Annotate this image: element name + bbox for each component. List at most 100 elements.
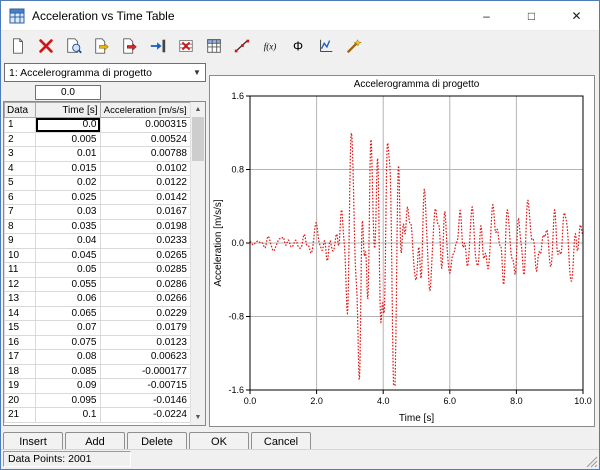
data-cell[interactable]: 0.1 — [36, 408, 100, 423]
row-number-cell[interactable]: 12 — [5, 277, 36, 292]
row-number-cell[interactable]: 2 — [5, 132, 36, 147]
status-bar: Data Points: 2001 — [1, 449, 599, 469]
delete-rows-button[interactable] — [172, 33, 199, 59]
data-cell[interactable]: 0.07 — [36, 321, 100, 336]
y-tick-label: -0.8 — [228, 312, 244, 322]
row-number-cell[interactable]: 10 — [5, 248, 36, 263]
row-number-cell[interactable]: 20 — [5, 393, 36, 408]
data-cell[interactable]: -0.000177 — [100, 364, 191, 379]
data-cell[interactable]: 0.0229 — [100, 306, 191, 321]
import-button[interactable] — [88, 33, 115, 59]
export-button[interactable] — [116, 33, 143, 59]
row-number-cell[interactable]: 8 — [5, 219, 36, 234]
header-data[interactable]: Data — [5, 103, 36, 118]
resize-grip-icon[interactable] — [585, 455, 598, 468]
data-cell[interactable]: 0.09 — [36, 379, 100, 394]
table-scrollbar[interactable]: ▲ ▼ — [190, 102, 205, 425]
data-cell[interactable]: 0.00623 — [100, 350, 191, 365]
minimize-button[interactable]: – — [464, 1, 509, 30]
data-cell[interactable]: 0.015 — [36, 161, 100, 176]
chart-panel: 0.02.04.06.08.010.0-1.6-0.80.00.81.6Acce… — [209, 75, 595, 427]
close-button[interactable]: ✕ — [554, 1, 599, 30]
table-options-button[interactable] — [200, 33, 227, 59]
data-cell[interactable]: 0.0179 — [100, 321, 191, 336]
data-cell[interactable]: 0.06 — [36, 292, 100, 307]
row-number-cell[interactable]: 4 — [5, 161, 36, 176]
data-cell[interactable]: 0.0198 — [100, 219, 191, 234]
data-cell[interactable]: 0.065 — [36, 306, 100, 321]
data-cell[interactable]: 0.0266 — [100, 292, 191, 307]
data-cell[interactable]: 0.005 — [36, 132, 100, 147]
data-cell[interactable]: 0.0102 — [100, 161, 191, 176]
table-row: 190.09-0.00715 — [5, 379, 191, 394]
table-row: 70.030.0167 — [5, 205, 191, 220]
data-cell[interactable]: 0.04 — [36, 234, 100, 249]
row-number-cell[interactable]: 11 — [5, 263, 36, 278]
y-axis-label: Acceleration [m/s/s] — [213, 199, 224, 286]
data-cell[interactable]: 0.0167 — [100, 205, 191, 220]
scrollbar-thumb[interactable] — [192, 117, 204, 161]
data-cell[interactable]: 0.08 — [36, 350, 100, 365]
function-button[interactable]: f(x) — [256, 33, 283, 59]
cell-editor-input[interactable] — [35, 85, 101, 100]
tools-button[interactable] — [340, 33, 367, 59]
data-cell[interactable]: 0.05 — [36, 263, 100, 278]
data-cell[interactable]: -0.0146 — [100, 393, 191, 408]
data-cell[interactable]: 0.085 — [36, 364, 100, 379]
data-cell[interactable]: 0.00524 — [100, 132, 191, 147]
print-preview-button[interactable] — [60, 33, 87, 59]
data-cell[interactable]: 0.00788 — [100, 147, 191, 162]
data-cell[interactable]: 0.02 — [36, 176, 100, 191]
plot-button[interactable] — [312, 33, 339, 59]
row-number-cell[interactable]: 14 — [5, 306, 36, 321]
row-number-cell[interactable]: 21 — [5, 408, 36, 423]
delete-button[interactable] — [32, 33, 59, 59]
data-cell[interactable]: 0.03 — [36, 205, 100, 220]
row-number-cell[interactable]: 18 — [5, 364, 36, 379]
row-number-cell[interactable]: 9 — [5, 234, 36, 249]
data-cell[interactable]: 0.0233 — [100, 234, 191, 249]
data-cell[interactable]: 0.095 — [36, 393, 100, 408]
data-cell[interactable]: 0.01 — [36, 147, 100, 162]
statistics-button[interactable]: Φ — [284, 33, 311, 59]
row-number-cell[interactable]: 7 — [5, 205, 36, 220]
data-cell[interactable]: 0.035 — [36, 219, 100, 234]
scroll-up-icon[interactable]: ▲ — [191, 102, 205, 117]
maximize-button[interactable]: □ — [509, 1, 554, 30]
row-number-cell[interactable]: 15 — [5, 321, 36, 336]
data-table: Data Time [s] Acceleration [m/s/s] 10.00… — [4, 102, 191, 423]
data-cell[interactable]: 0.075 — [36, 335, 100, 350]
interpolate-button[interactable] — [228, 33, 255, 59]
row-number-cell[interactable]: 16 — [5, 335, 36, 350]
data-cell[interactable]: 0.025 — [36, 190, 100, 205]
data-cell[interactable]: 0.0286 — [100, 277, 191, 292]
insert-row-button[interactable] — [144, 33, 171, 59]
data-cell[interactable]: 0.0142 — [100, 190, 191, 205]
header-acceleration[interactable]: Acceleration [m/s/s] — [100, 103, 191, 118]
row-number-cell[interactable]: 5 — [5, 176, 36, 191]
data-cell[interactable]: 0.055 — [36, 277, 100, 292]
data-cell[interactable]: 0.000315 — [100, 118, 191, 133]
data-cell[interactable]: 0.0 — [36, 118, 100, 133]
chevron-down-icon: ▼ — [189, 68, 205, 77]
table-header-row: Data Time [s] Acceleration [m/s/s] — [5, 103, 191, 118]
row-number-cell[interactable]: 3 — [5, 147, 36, 162]
data-cell[interactable]: -0.00715 — [100, 379, 191, 394]
row-number-cell[interactable]: 1 — [5, 118, 36, 133]
new-table-button[interactable] — [4, 33, 31, 59]
row-number-cell[interactable]: 19 — [5, 379, 36, 394]
title-bar[interactable]: Acceleration vs Time Table – □ ✕ — [1, 1, 599, 31]
data-cell[interactable]: -0.0224 — [100, 408, 191, 423]
data-cell[interactable]: 0.0123 — [100, 335, 191, 350]
data-cell[interactable]: 0.045 — [36, 248, 100, 263]
row-number-cell[interactable]: 17 — [5, 350, 36, 365]
data-cell[interactable]: 0.0285 — [100, 263, 191, 278]
data-cell[interactable]: 0.0265 — [100, 248, 191, 263]
row-number-cell[interactable]: 6 — [5, 190, 36, 205]
header-time[interactable]: Time [s] — [36, 103, 100, 118]
scroll-down-icon[interactable]: ▼ — [191, 410, 205, 425]
dataset-selector[interactable]: 1: Accelerogramma di progetto ▼ — [4, 63, 206, 82]
data-cell[interactable]: 0.0122 — [100, 176, 191, 191]
app-window: Acceleration vs Time Table – □ ✕ f(x)Φ 1… — [0, 0, 600, 470]
row-number-cell[interactable]: 13 — [5, 292, 36, 307]
